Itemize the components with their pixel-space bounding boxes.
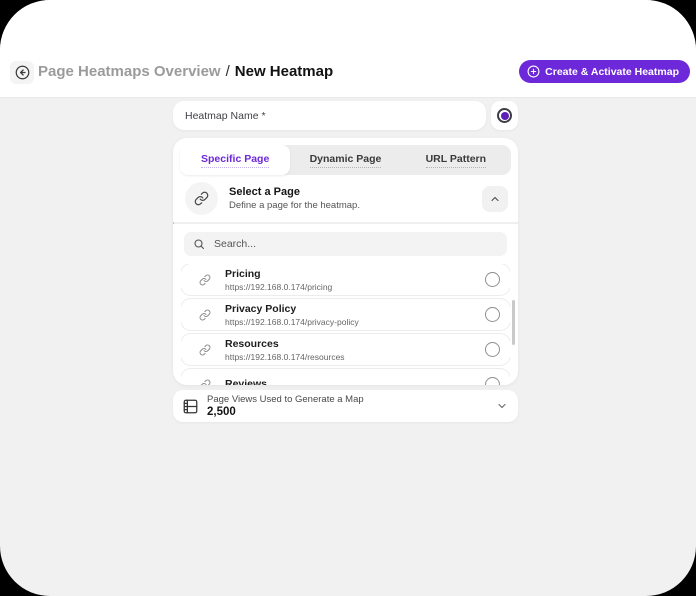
- select-page-header: Select a Page Define a page for the heat…: [173, 175, 518, 222]
- radio-unselected-icon[interactable]: [485, 342, 500, 357]
- back-button[interactable]: [10, 61, 34, 84]
- app-window: Page Heatmaps Overview / New Heatmap Cre…: [0, 0, 696, 596]
- chain-link-icon: [194, 191, 209, 206]
- page-title: Reviews: [225, 378, 267, 386]
- chain-link-icon: [199, 274, 211, 286]
- page-title: Privacy Policy: [225, 303, 359, 315]
- heatmap-name-input[interactable]: [173, 101, 486, 130]
- radio-selected-icon: [497, 108, 512, 123]
- page-row-resources[interactable]: Resources https://192.168.0.174/resource…: [181, 334, 510, 365]
- page-list[interactable]: Pricing https://192.168.0.174/pricing Pr…: [181, 264, 510, 385]
- page-type-tabs: Specific Page Dynamic Page URL Pattern: [180, 145, 511, 175]
- tab-label: Specific Page: [201, 153, 269, 168]
- page-row-texts: Reviews: [225, 378, 267, 386]
- page-row-texts: Privacy Policy https://192.168.0.174/pri…: [225, 303, 359, 327]
- list-scrollbar[interactable]: [512, 300, 515, 345]
- page-row-texts: Resources https://192.168.0.174/resource…: [225, 338, 345, 362]
- page-url: https://192.168.0.174/pricing: [225, 282, 332, 292]
- page-views-label: Page Views Used to Generate a Map: [207, 394, 364, 405]
- radio-unselected-icon[interactable]: [485, 377, 500, 385]
- radio-unselected-icon[interactable]: [485, 272, 500, 287]
- arrow-left-circle-icon: [15, 65, 30, 80]
- tab-label: Dynamic Page: [310, 153, 382, 168]
- link-icon-badge: [185, 182, 218, 215]
- divider: [173, 222, 518, 224]
- chain-link-icon: [199, 309, 211, 321]
- page-row-reviews[interactable]: Reviews: [181, 369, 510, 385]
- chain-link-icon: [199, 344, 211, 356]
- page-target-card: Specific Page Dynamic Page URL Pattern: [173, 138, 518, 385]
- search-icon: [193, 238, 205, 250]
- page-url: https://192.168.0.174/resources: [225, 352, 345, 362]
- page-title: Pricing: [225, 268, 332, 280]
- select-page-subtitle: Define a page for the heatmap.: [229, 200, 360, 211]
- chevron-down-icon: [496, 400, 508, 412]
- create-activate-heatmap-button[interactable]: Create & Activate Heatmap: [519, 60, 690, 83]
- page-views-dropdown[interactable]: Page Views Used to Generate a Map 2,500: [173, 390, 518, 422]
- chain-link-icon: [199, 379, 211, 386]
- film-icon: [183, 399, 198, 414]
- page-search-box: [184, 232, 507, 256]
- tab-specific-page[interactable]: Specific Page: [180, 145, 290, 175]
- chevron-up-icon: [489, 193, 501, 205]
- collapse-section-button[interactable]: [482, 186, 508, 212]
- tab-label: URL Pattern: [426, 153, 486, 168]
- select-page-title: Select a Page: [229, 186, 360, 198]
- top-header: Page Heatmaps Overview / New Heatmap Cre…: [0, 0, 696, 98]
- page-row-pricing[interactable]: Pricing https://192.168.0.174/pricing: [181, 264, 510, 295]
- create-button-label: Create & Activate Heatmap: [545, 66, 679, 78]
- radio-unselected-icon[interactable]: [485, 307, 500, 322]
- search-input[interactable]: [212, 237, 498, 251]
- page-views-value: 2,500: [207, 406, 364, 418]
- page-row-texts: Pricing https://192.168.0.174/pricing: [225, 268, 332, 292]
- select-page-texts: Select a Page Define a page for the heat…: [229, 186, 360, 211]
- page-views-texts: Page Views Used to Generate a Map 2,500: [207, 394, 364, 418]
- tab-url-pattern[interactable]: URL Pattern: [401, 145, 511, 175]
- page-title: Resources: [225, 338, 345, 350]
- tab-dynamic-page[interactable]: Dynamic Page: [290, 145, 400, 175]
- page-row-privacy-policy[interactable]: Privacy Policy https://192.168.0.174/pri…: [181, 299, 510, 330]
- breadcrumb: Page Heatmaps Overview / New Heatmap: [38, 63, 333, 81]
- plus-circle-icon: [527, 65, 540, 78]
- breadcrumb-parent[interactable]: Page Heatmaps Overview: [38, 63, 221, 81]
- page-url: https://192.168.0.174/privacy-policy: [225, 317, 359, 327]
- breadcrumb-separator: /: [226, 63, 230, 81]
- record-mode-toggle[interactable]: [491, 101, 518, 130]
- breadcrumb-current: New Heatmap: [235, 63, 333, 81]
